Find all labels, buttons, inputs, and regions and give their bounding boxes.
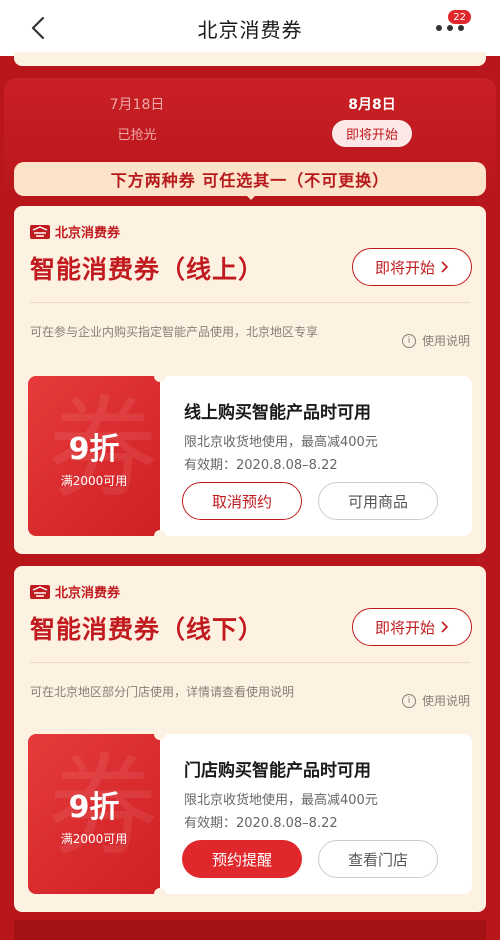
- card-title: 智能消费券（线下）: [30, 615, 265, 644]
- brand: 北京消费券: [30, 222, 120, 241]
- brand-name: 北京消费券: [55, 586, 121, 601]
- start-button[interactable]: 即将开始: [352, 608, 472, 646]
- date-tab-0718[interactable]: 7月18日 已抢光: [67, 94, 207, 143]
- notice-banner: 下方两种券 可任选其一（不可更换）: [14, 162, 486, 196]
- notice-text: 下方两种券 可任选其一（不可更换）: [110, 171, 390, 190]
- available-products-button[interactable]: 可用商品: [318, 482, 438, 520]
- coupon-ticket: 券 9折 满2000可用 线上购买智能产品时可用 限北京收货地使用，最高减400…: [28, 376, 472, 536]
- brand: 北京消费券: [30, 582, 120, 601]
- date-label: 8月8日: [348, 97, 396, 113]
- back-icon[interactable]: [24, 14, 52, 42]
- coupon-ticket: 券 9折 满2000可用 门店购买智能产品时可用 限北京收货地使用，最高减400…: [28, 734, 472, 894]
- brand-logo-icon: [30, 584, 50, 599]
- cancel-reservation-button[interactable]: 取消预约: [182, 482, 302, 520]
- watermark-glyph: 券: [48, 743, 158, 871]
- coupon-heading: 线上购买智能产品时可用: [184, 403, 371, 423]
- reminder-button[interactable]: 预约提醒: [182, 840, 302, 878]
- info-icon: i: [401, 333, 416, 348]
- usage-label: 使用说明: [421, 334, 470, 348]
- brand-logo-icon: [30, 224, 50, 239]
- usage-link[interactable]: i 使用说明: [401, 692, 470, 709]
- chevron-right-icon: [441, 261, 449, 273]
- coupon-heading: 门店购买智能产品时可用: [184, 761, 371, 781]
- coupon-card-offline: 北京消费券 智能消费券（线下） 即将开始 可在北京地区部分门店使用，详情请查看使…: [14, 566, 486, 912]
- coupon-actions: 取消预约 可用商品: [182, 482, 454, 520]
- usage-link[interactable]: i 使用说明: [401, 332, 470, 349]
- start-button[interactable]: 即将开始: [352, 248, 472, 286]
- card-description: 可在参与企业内购买指定智能产品使用，北京地区专享: [30, 325, 319, 339]
- previous-card-edge: [14, 52, 486, 66]
- date-tab-0808[interactable]: 8月8日 即将开始: [302, 94, 442, 147]
- card-title: 智能消费券（线上）: [30, 255, 265, 284]
- start-label: 即将开始: [374, 258, 435, 277]
- ticket-notch: [154, 530, 166, 536]
- coupon-actions: 预约提醒 查看门店: [182, 840, 454, 878]
- date-status: 已抢光: [117, 128, 157, 143]
- divider: [30, 302, 470, 303]
- divider: [30, 662, 470, 663]
- coupon-validity: 有效期：2020.8.08–8.22: [184, 816, 338, 831]
- chevron-right-icon: [441, 621, 449, 633]
- date-label: 7月18日: [109, 97, 165, 113]
- coupon-discount-panel: 券 9折 满2000可用: [28, 734, 160, 894]
- coupon-detail-panel: 线上购买智能产品时可用 限北京收货地使用，最高减400元 有效期：2020.8.…: [160, 376, 472, 536]
- coupon-discount-panel: 券 9折 满2000可用: [28, 376, 160, 536]
- info-icon: i: [401, 693, 416, 708]
- coupon-limit: 限北京收货地使用，最高减400元: [184, 793, 378, 808]
- brand-name: 北京消费券: [55, 226, 121, 241]
- notification-badge: 22: [447, 9, 472, 25]
- ticket-notch: [154, 888, 166, 894]
- watermark-glyph: 券: [48, 385, 158, 513]
- notice-pointer: [243, 192, 259, 200]
- coupon-limit: 限北京收货地使用，最高减400元: [184, 435, 378, 450]
- card-description: 可在北京地区部分门店使用，详情请查看使用说明: [30, 685, 295, 699]
- nav-bar: 北京消费券 22: [0, 0, 500, 56]
- start-label: 即将开始: [374, 618, 435, 637]
- usage-label: 使用说明: [421, 694, 470, 708]
- page-title: 北京消费券: [197, 17, 303, 42]
- coupon-validity: 有效期：2020.8.08–8.22: [184, 458, 338, 473]
- panel-bottom: [14, 920, 486, 940]
- view-stores-button[interactable]: 查看门店: [318, 840, 438, 878]
- coupon-card-online: 北京消费券 智能消费券（线上） 即将开始 可在参与企业内购买指定智能产品使用，北…: [14, 206, 486, 554]
- date-status-pill: 即将开始: [331, 120, 412, 147]
- coupon-detail-panel: 门店购买智能产品时可用 限北京收货地使用，最高减400元 有效期：2020.8.…: [160, 734, 472, 894]
